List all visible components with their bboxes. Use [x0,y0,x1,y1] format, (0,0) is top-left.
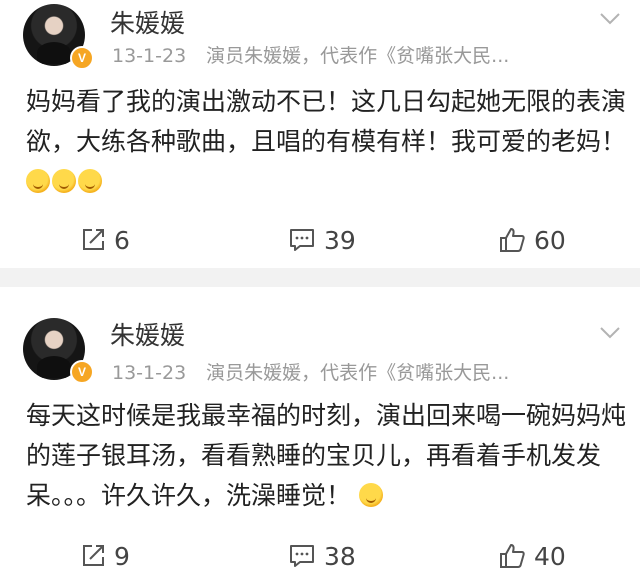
post-actions: 6 39 60 [0,220,640,260]
like-button[interactable]: 40 [498,536,566,576]
comment-button[interactable]: 38 [288,536,356,576]
comment-icon [290,545,314,567]
username[interactable]: 朱媛媛 [110,4,185,40]
post-source: 演员朱媛媛，代表作《贫嘴张大民... [206,45,510,67]
username[interactable]: 朱媛媛 [110,316,185,352]
smile-emoji-icon [52,169,76,193]
post-meta: 13-1-23 演员朱媛媛，代表作《贫嘴张大民... [112,358,509,385]
chevron-down-icon[interactable] [598,6,622,30]
post-text: 妈妈看了我的演出激动不已！这几日勾起她无限的表演欲，大练各种歌曲，且唱的有模有样… [26,82,626,202]
post-card[interactable]: V 朱媛媛 13-1-23 演员朱媛媛，代表作《贫嘴张大民... 每天这时候是我最… [0,287,640,581]
post-divider [0,268,640,287]
kiss-emoji-icon [26,169,50,193]
verified-badge-icon: V [70,46,94,70]
laugh-emoji-icon [358,483,383,507]
like-button[interactable]: 60 [498,220,566,260]
repost-icon [83,545,104,566]
comment-count: 38 [324,541,356,571]
post-actions: 9 38 40 [0,536,640,576]
post-source: 演员朱媛媛，代表作《贫嘴张大民... [206,362,510,384]
thumbs-up-icon [500,228,525,252]
post-meta: 13-1-23 演员朱媛媛，代表作《贫嘴张大民... [112,41,509,68]
repost-button[interactable]: 6 [80,220,130,260]
comment-icon [290,229,314,251]
repost-button[interactable]: 9 [80,536,130,576]
thumbs-up-icon [500,544,525,568]
repost-count: 6 [114,225,130,255]
weibo-feed: V 朱媛媛 13-1-23 演员朱媛媛，代表作《贫嘴张大民... 妈妈看了我的演出… [0,0,640,581]
laugh-emoji-icon [78,169,102,193]
repost-icon [83,229,104,250]
like-count: 60 [534,225,566,255]
post-text: 每天这时候是我最幸福的时刻，演出回来喝一碗妈妈炖的莲子银耳汤，看看熟睡的宝贝儿，… [26,396,626,516]
post-text-content: 妈妈看了我的演出激动不已！这几日勾起她无限的表演欲，大练各种歌曲，且唱的有模有样… [26,87,627,156]
verified-badge-icon: V [70,360,94,384]
post-time: 13-1-23 [112,45,187,67]
post-time: 13-1-23 [112,362,187,384]
comment-count: 39 [324,225,356,255]
post-card[interactable]: V 朱媛媛 13-1-23 演员朱媛媛，代表作《贫嘴张大民... 妈妈看了我的演出… [0,0,640,268]
comment-button[interactable]: 39 [288,220,356,260]
chevron-down-icon[interactable] [598,320,622,344]
like-count: 40 [534,541,566,571]
post-text-content: 每天这时候是我最幸福的时刻，演出回来喝一碗妈妈炖的莲子银耳汤，看看熟睡的宝贝儿，… [26,401,627,510]
repost-count: 9 [114,541,130,571]
